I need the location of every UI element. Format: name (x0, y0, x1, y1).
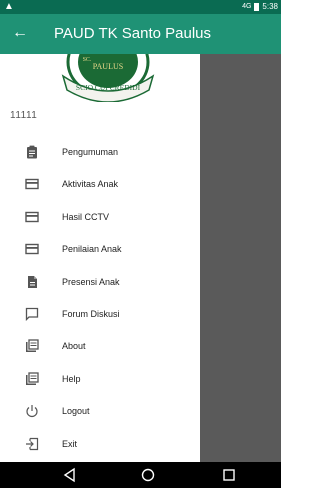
clipboard-icon (27, 145, 37, 159)
menu-item-label: Presensi Anak (62, 276, 120, 287)
status-time: 5:38 (262, 2, 278, 11)
library-books-icon (26, 372, 39, 385)
svg-text:PAULUS: PAULUS (93, 62, 123, 71)
warning-icon: ▲ (4, 1, 14, 12)
menu-item-logout[interactable]: Logout (0, 395, 200, 427)
menu-item-label: Exit (62, 438, 78, 449)
drawer-scrim[interactable] (200, 54, 281, 462)
menu-item-label: Pengumuman (62, 147, 119, 157)
home-circle-icon[interactable] (140, 467, 156, 483)
app-title: PAUD TK Santo Paulus (54, 25, 212, 42)
status-indicators: 4G 5:38 (242, 1, 278, 13)
chat-icon (25, 307, 39, 321)
menu-item-label: Hasil CCTV (62, 211, 110, 222)
svg-text:SCIO CUI CREDIDI: SCIO CUI CREDIDI (76, 83, 141, 92)
app-bar: ← PAUD TK Santo Paulus (0, 14, 281, 54)
recents-square-icon[interactable] (221, 467, 237, 483)
menu-item-forum-diskusi[interactable]: Forum Diskusi (0, 298, 200, 330)
menu-item-label: Forum Diskusi (62, 308, 120, 319)
menu-item-presensi-anak[interactable]: Presensi Anak (0, 266, 200, 298)
system-nav-bar (0, 462, 281, 488)
menu-item-help[interactable]: Help (0, 363, 200, 395)
back-triangle-icon[interactable] (62, 467, 78, 483)
navigation-drawer: PAULUS SC. SCIO CUI CREDIDI 11111 Pengum… (0, 54, 200, 462)
battery-icon (254, 3, 260, 11)
user-id: 11111 (10, 110, 38, 121)
menu-item-aktivitas-anak[interactable]: Aktivitas Anak (0, 168, 200, 200)
drawer-menu: Pengumuman Aktivitas Anak Hasil CCTV Pen… (0, 136, 200, 460)
library-books-icon (26, 339, 39, 353)
card-icon (25, 211, 39, 222)
menu-item-hasil-cctv[interactable]: Hasil CCTV (0, 201, 200, 233)
menu-item-label: Logout (62, 406, 90, 417)
status-bar: ▲ 4G 5:38 (0, 0, 281, 14)
card-icon (25, 179, 39, 190)
school-logo: PAULUS SC. SCIO CUI CREDIDI (61, 54, 155, 102)
menu-item-exit[interactable]: Exit (0, 428, 200, 460)
arrow-back-icon[interactable]: ← (12, 23, 28, 43)
menu-item-pengumuman[interactable]: Pengumuman (0, 136, 200, 168)
power-icon (26, 405, 38, 418)
card-icon (25, 243, 39, 255)
menu-item-label: About (62, 341, 86, 352)
menu-item-penilaian-anak[interactable]: Penilaian Anak (0, 233, 200, 265)
menu-item-about[interactable]: About (0, 330, 200, 362)
menu-item-label: Help (62, 373, 81, 384)
signal-icon: 4G (242, 3, 252, 10)
document-icon (28, 275, 37, 288)
exit-icon (26, 437, 39, 450)
menu-item-label: Aktivitas Anak (62, 179, 119, 190)
menu-item-label: Penilaian Anak (62, 244, 122, 255)
svg-text:SC.: SC. (83, 57, 92, 63)
